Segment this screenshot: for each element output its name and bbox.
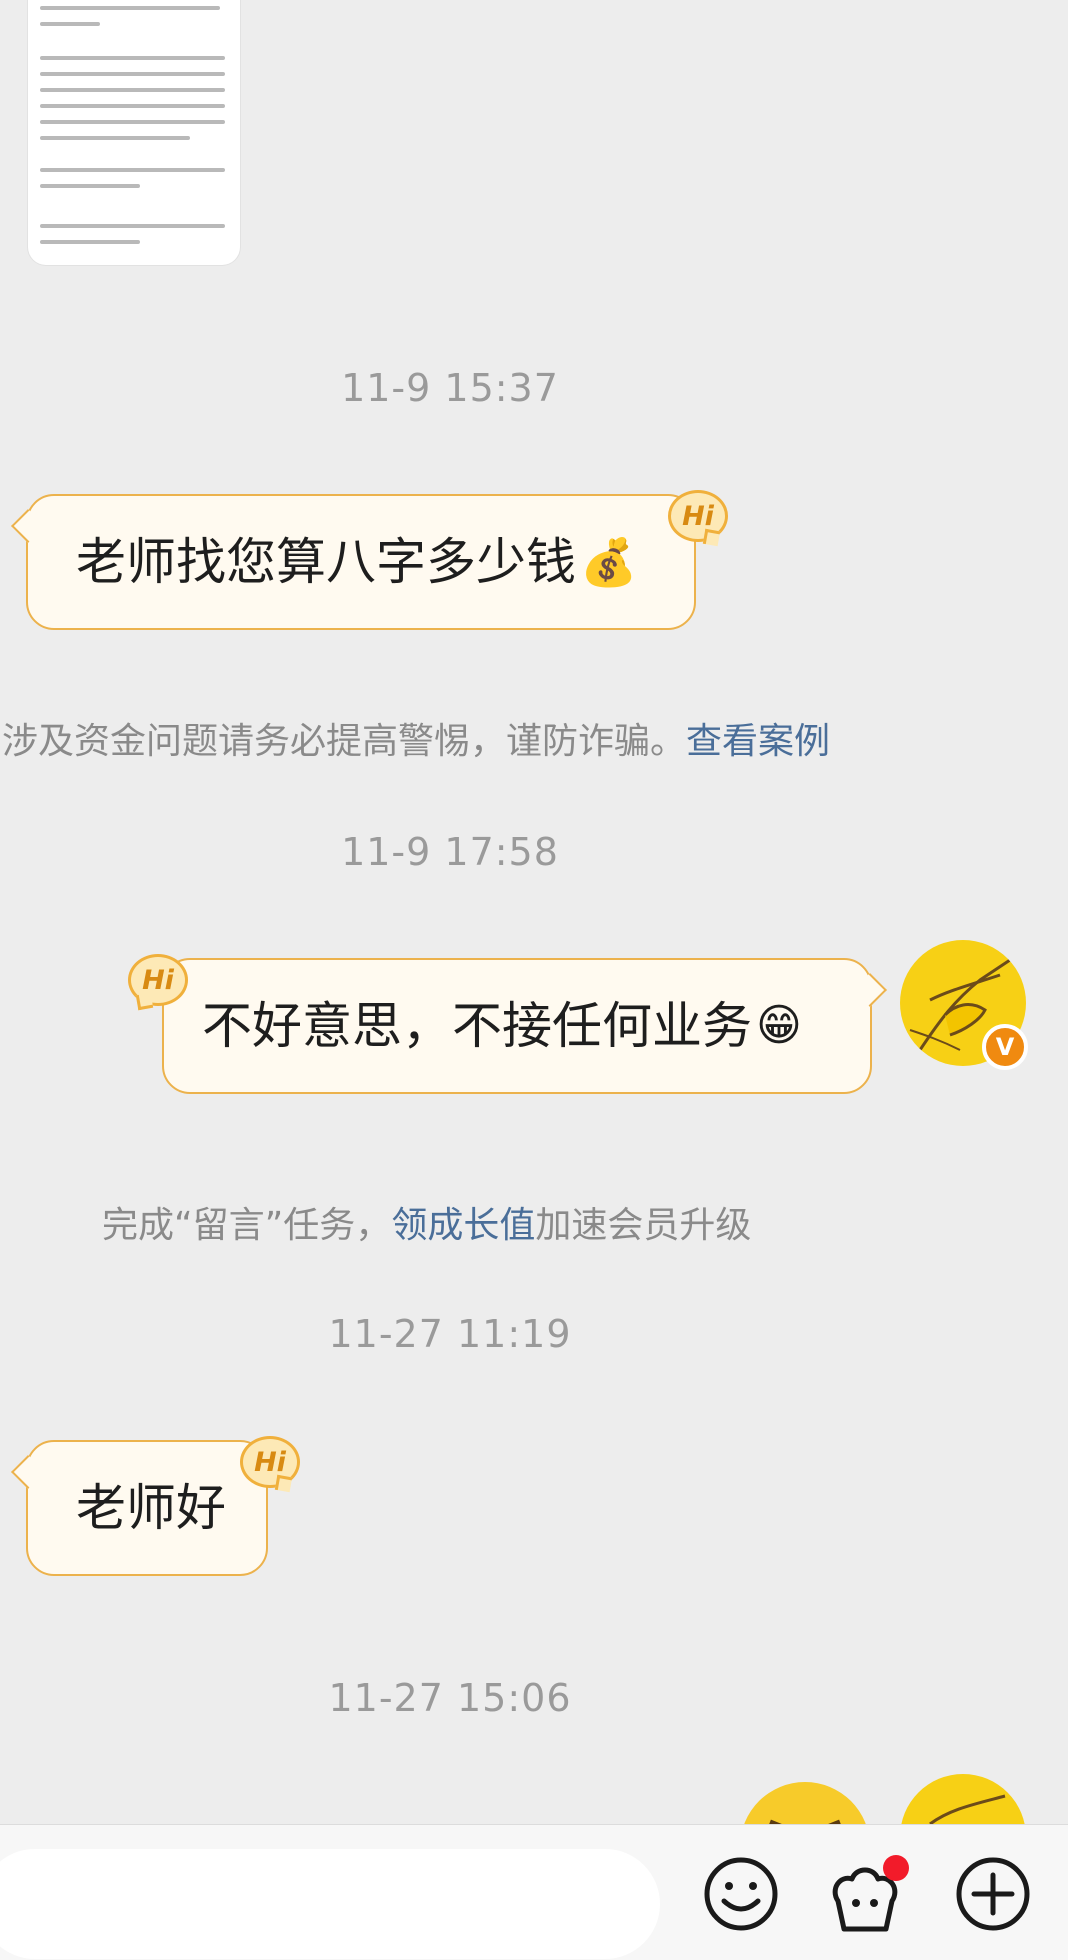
growth-points-link[interactable]: 领成长值 [391, 1205, 535, 1246]
grin-emoji: 😁 [756, 999, 802, 1051]
fraud-warning-notice: 涉及资金问题请务必提高警惕，谨防诈骗。查看案例 [2, 721, 831, 762]
hi-badge-icon: Hi [240, 1436, 300, 1488]
sent-message-bubble[interactable]: 不好意思，不接任何业务 😁 [162, 958, 887, 1094]
received-message-bubble[interactable]: 老师好 [11, 1440, 268, 1576]
hi-badge-icon: Hi [668, 490, 728, 542]
message-text: 老师找您算八字多少钱 [76, 532, 576, 591]
timestamp: 11-27 15:06 [328, 1676, 572, 1720]
money-bag-emoji: 💰 [580, 534, 638, 589]
message-input[interactable] [0, 1849, 660, 1959]
timestamp: 11-9 17:58 [341, 830, 559, 874]
message-text: 老师好 [76, 1478, 226, 1537]
hi-badge-icon: Hi [128, 954, 188, 1006]
message-text: 不好意思，不接任何业务 [202, 996, 752, 1055]
task-notice: 完成“留言”任务，领成长值加速会员升级 [102, 1205, 752, 1246]
view-cases-link[interactable]: 查看案例 [686, 721, 830, 762]
received-message-bubble[interactable]: 老师找您算八字多少钱 💰 [11, 494, 696, 630]
emoji-face-icon[interactable] [702, 1855, 780, 1933]
plus-icon[interactable] [954, 1855, 1032, 1933]
timestamp: 11-9 15:37 [341, 366, 559, 410]
message-input-bar [0, 1824, 1068, 1960]
timestamp: 11-27 11:19 [328, 1312, 572, 1356]
image-message-thumbnail[interactable] [28, 0, 240, 265]
notification-dot [883, 1855, 909, 1881]
verified-badge-icon: V [982, 1024, 1028, 1070]
